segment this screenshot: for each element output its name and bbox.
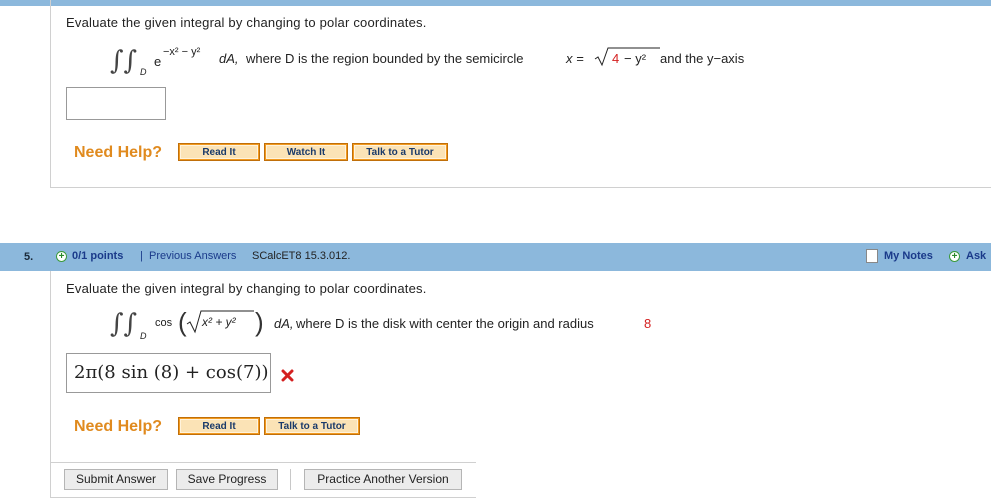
need-help-label: Need Help? xyxy=(74,418,163,435)
submit-answer-button[interactable]: Submit Answer xyxy=(64,469,168,490)
question-5-header: 5. + 0/1 points | Previous Answers SCalc… xyxy=(0,243,991,271)
talk-to-tutor-button[interactable]: Talk to a Tutor xyxy=(352,143,448,161)
integral-tail-text: and the y−axis xyxy=(660,51,745,66)
read-it-button[interactable]: Read It xyxy=(178,417,260,435)
read-it-button[interactable]: Read It xyxy=(178,143,260,161)
previous-answers-link[interactable]: Previous Answers xyxy=(149,250,236,262)
action-divider xyxy=(290,469,291,490)
right-paren: ) xyxy=(255,307,264,337)
notes-icon[interactable] xyxy=(866,249,878,263)
question-5-integral: ∫∫ D cos ( x² + y² ) dA, where D is the … xyxy=(110,303,670,345)
where-text: where D is the region bounded by the sem… xyxy=(246,51,524,66)
radius-value: 8 xyxy=(644,316,652,331)
question-4-integral: ∫∫ D e −x² − y² dA, where D is the regio… xyxy=(110,40,810,80)
double-integral-sign: ∫∫ xyxy=(110,309,138,339)
expand-plus-icon[interactable]: + xyxy=(56,251,67,262)
integrand-exponent: −x² − y² xyxy=(163,46,201,58)
region-subscript: D xyxy=(140,331,147,341)
question-4-prompt: Evaluate the given integral by changing … xyxy=(66,15,427,30)
dA-label: dA, xyxy=(274,316,294,331)
talk-to-tutor-button[interactable]: Talk to a Tutor xyxy=(264,417,360,435)
double-integral-sign: ∫∫ xyxy=(110,46,138,76)
dA-label: dA, xyxy=(219,51,239,66)
points-link[interactable]: 0/1 points xyxy=(72,250,123,262)
question-4-answer-input[interactable] xyxy=(66,87,166,120)
cos-function: cos xyxy=(155,317,173,329)
radicand-number: 4 xyxy=(612,51,620,66)
question-5-prompt: Evaluate the given integral by changing … xyxy=(66,281,427,296)
source-label: SCalcET8 15.3.012. xyxy=(252,250,351,262)
integrand-base: e xyxy=(154,54,162,69)
x-equals: x = xyxy=(566,51,584,66)
save-progress-button[interactable]: Save Progress xyxy=(176,469,278,490)
wrong-x-icon xyxy=(281,369,294,382)
ask-plus-icon[interactable]: + xyxy=(949,251,960,262)
where-text: where D is the disk with center the orig… xyxy=(296,316,594,331)
radicand-rest: − y² xyxy=(624,51,647,66)
watch-it-button[interactable]: Watch It xyxy=(264,143,348,161)
question-number: 5. xyxy=(24,251,34,263)
header-separator: | xyxy=(140,250,143,262)
region-subscript: D xyxy=(140,67,147,77)
need-help-label: Need Help? xyxy=(74,144,163,161)
question-5-answer-field[interactable]: 2π(8 sin (8) + cos(7)) xyxy=(66,353,271,393)
practice-another-version-button[interactable]: Practice Another Version xyxy=(304,469,462,490)
ask-link[interactable]: Ask xyxy=(966,250,986,262)
radicand: x² + y² xyxy=(202,315,236,329)
my-notes-link[interactable]: My Notes xyxy=(884,250,933,262)
